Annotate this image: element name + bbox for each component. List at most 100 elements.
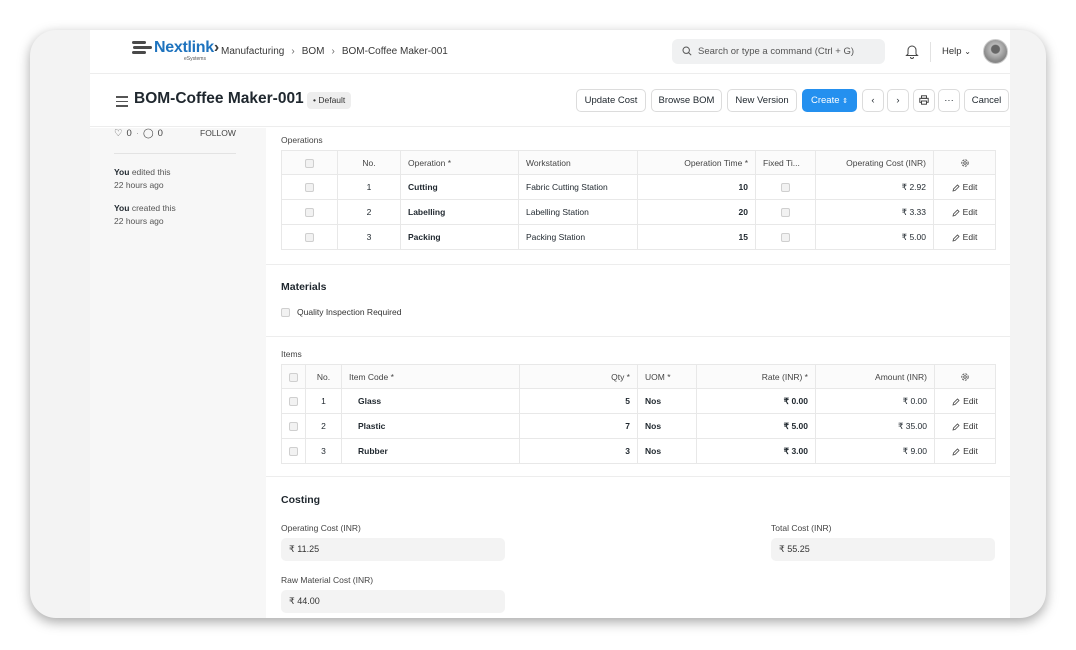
navbar-divider [930,42,931,62]
qty-cell[interactable]: 7 [519,413,638,439]
column-header: Fixed Ti... [755,150,816,175]
more-options-button[interactable]: ··· [938,89,960,112]
help-dropdown[interactable]: Help ⌄ [942,46,971,57]
table-row[interactable]: 1 Cutting Fabric Cutting Station 10 ₹ 2.… [281,174,996,200]
breadcrumb-manufacturing[interactable]: Manufacturing [221,46,284,57]
checkbox-box[interactable] [281,307,290,317]
table-row[interactable]: 2 Labelling Labelling Station 20 ₹ 3.33 … [281,199,996,225]
table-row[interactable]: 1 Glass 5 Nos ₹ 0.00 ₹ 0.00 Edit [281,388,996,414]
qty-cell[interactable]: 5 [519,388,638,414]
fixed-time-checkbox[interactable] [781,183,790,193]
row-number: 1 [337,174,401,200]
previous-doc-button[interactable]: ‹ [862,89,884,112]
next-doc-button[interactable]: › [887,89,909,112]
operation-time-cell[interactable]: 20 [637,199,756,225]
qty-cell[interactable]: 3 [519,438,638,464]
operation-cell[interactable]: Cutting [400,174,519,200]
edit-row-button[interactable]: Edit [934,388,996,414]
workstation-cell[interactable]: Fabric Cutting Station [518,174,638,200]
edit-row-button[interactable]: Edit [934,438,996,464]
workstation-cell[interactable]: Labelling Station [518,199,638,225]
operating-cost-field[interactable]: ₹ 11.25 [281,538,505,561]
bell-icon[interactable] [905,43,919,59]
item-code-cell[interactable]: Plastic [341,413,520,439]
table-row[interactable]: 2 Plastic 7 Nos ₹ 5.00 ₹ 35.00 Edit [281,413,996,439]
heart-icon[interactable]: ♡ [114,128,123,139]
printer-icon [919,95,929,106]
dot-separator: · [135,128,139,139]
operation-time-cell[interactable]: 10 [637,174,756,200]
chevron-right-icon: › [896,95,900,106]
quality-inspection-checkbox[interactable]: Quality Inspection Required [281,307,401,317]
uom-cell[interactable]: Nos [637,388,697,414]
sidebar-divider [114,153,236,154]
edit-row-button[interactable]: Edit [933,199,996,225]
pencil-icon [952,234,960,242]
table-row[interactable]: 3 Packing Packing Station 15 ₹ 5.00 Edit [281,224,996,250]
print-button[interactable] [913,89,935,112]
follow-button[interactable]: FOLLOW [200,128,236,138]
row-checkbox[interactable] [305,208,314,218]
status-badge: • Default [307,92,352,109]
select-all-checkbox[interactable] [305,158,314,168]
rate-cell[interactable]: ₹ 0.00 [696,388,816,414]
nextlink-logo[interactable]: Nextlink› eSystems [132,39,219,62]
pencil-icon [952,184,960,192]
operation-cell[interactable]: Packing [400,224,519,250]
row-checkbox[interactable] [289,447,298,457]
gear-icon[interactable] [960,372,970,382]
column-header: Item Code * [341,364,520,389]
item-code-cell[interactable]: Glass [341,388,520,414]
fixed-time-checkbox[interactable] [781,208,790,218]
operation-cell[interactable]: Labelling [400,199,519,225]
avatar[interactable] [983,39,1008,64]
update-cost-button[interactable]: Update Cost [576,89,646,112]
row-checkbox[interactable] [305,233,314,243]
chevron-right-icon: › [331,46,335,57]
edit-row-button[interactable]: Edit [933,174,996,200]
gear-icon[interactable] [960,158,970,168]
operations-label: Operations [281,135,323,145]
navbar: Nextlink› eSystems Manufacturing › BOM ›… [90,30,1010,74]
operation-time-cell[interactable]: 15 [637,224,756,250]
uom-cell[interactable]: Nos [637,413,697,439]
logo-subtext: eSystems [184,56,206,62]
breadcrumb-current[interactable]: BOM-Coffee Maker-001 [342,46,448,57]
edit-row-button[interactable]: Edit [934,413,996,439]
sidebar: ♡ 0 · ◯ 0 FOLLOW You edited this 22 hours … [90,128,266,618]
workstation-cell[interactable]: Packing Station [518,224,638,250]
search-input[interactable]: Search or type a command (Ctrl + G) [672,39,885,64]
uom-cell[interactable]: Nos [637,438,697,464]
chevron-down-icon: ⌄ [964,47,971,56]
row-number: 1 [305,388,342,414]
amount-cell: ₹ 9.00 [815,438,935,464]
amount-cell: ₹ 0.00 [815,388,935,414]
search-icon [682,46,692,56]
select-all-checkbox[interactable] [289,372,298,382]
operating-cost-cell: ₹ 5.00 [815,224,934,250]
fixed-time-checkbox[interactable] [781,233,790,243]
page-header: BOM-Coffee Maker-001 • Default Update Co… [90,75,1010,127]
browse-bom-button[interactable]: Browse BOM [651,89,722,112]
column-header: Operating Cost (INR) [815,150,934,175]
total-cost-field[interactable]: ₹ 55.25 [771,538,995,561]
row-checkbox[interactable] [305,183,314,193]
raw-material-cost-field[interactable]: ₹ 44.00 [281,590,505,613]
new-version-button[interactable]: New Version [727,89,797,112]
item-code-cell[interactable]: Rubber [341,438,520,464]
chevron-left-icon: ‹ [871,95,875,106]
column-header: Amount (INR) [815,364,935,389]
create-button[interactable]: Create ⇕ [802,89,857,112]
activity-item: You edited this 22 hours ago [114,167,171,190]
edit-row-button[interactable]: Edit [933,224,996,250]
table-row[interactable]: 3 Rubber 3 Nos ₹ 3.00 ₹ 9.00 Edit [281,438,996,464]
cancel-button[interactable]: Cancel [964,89,1009,112]
rate-cell[interactable]: ₹ 5.00 [696,413,816,439]
row-checkbox[interactable] [289,422,298,432]
sidebar-toggle-icon[interactable] [116,96,128,107]
row-checkbox[interactable] [289,397,298,407]
checkbox-label: Quality Inspection Required [297,307,402,317]
rate-cell[interactable]: ₹ 3.00 [696,438,816,464]
breadcrumb-bom[interactable]: BOM [302,46,325,57]
comment-icon[interactable]: ◯ [143,128,154,139]
